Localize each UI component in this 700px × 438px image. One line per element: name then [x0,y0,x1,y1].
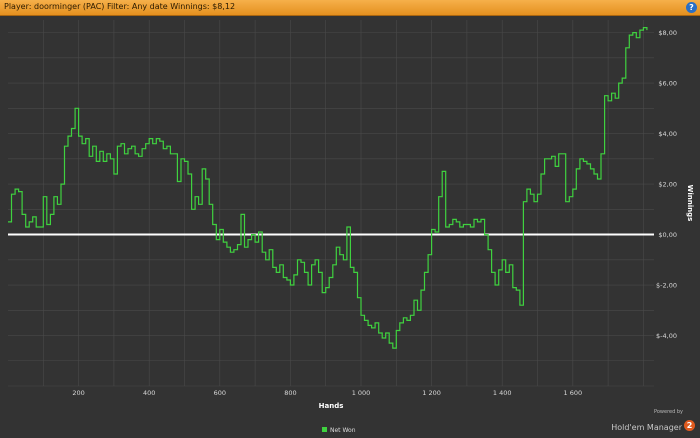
title-bar: Player: doorminger (PAC) Filter: Any dat… [0,0,700,16]
y-tick-label: $8,00 [658,29,677,37]
y-axis-label: Winnings [686,185,694,222]
y-tick-label: $-2,00 [656,282,677,290]
x-tick-label: 200 [72,389,84,397]
legend-swatch [322,427,327,432]
legend: Net Won [322,427,356,434]
x-tick-label: 1 000 [352,389,371,397]
y-tick-label: $6,00 [658,80,677,88]
legend-label: Net Won [330,427,356,434]
x-axis-ticks: 200 400 600 800 1 000 1 200 1 400 1 600 [72,389,582,397]
product-name: Hold'em Manager [611,423,682,432]
y-axis-ticks: $-4,00 $-2,00 $0,00 $2,00 $4,00 $6,00 $8,00 [656,29,677,340]
y-tick-label: $0,00 [658,231,677,239]
x-tick-label: 800 [284,389,296,397]
winnings-chart: 200 400 600 800 1 000 1 200 1 400 1 600 $-4,00$… [8,20,694,434]
y-tick-label: $-4,00 [656,332,677,340]
x-tick-label: 400 [143,389,155,397]
x-tick-label: 600 [214,389,226,397]
x-tick-label: 1 200 [422,389,441,397]
x-axis-label: Hands [319,402,344,410]
y-tick-label: $4,00 [658,130,677,138]
hem2-logo-icon: 2 [684,420,695,431]
x-tick-label: 1 600 [564,389,583,397]
x-tick-label: 1 400 [493,389,512,397]
powered-by-text: Powered by [654,409,683,415]
chart-header-title: Player: doorminger (PAC) Filter: Any dat… [4,2,236,11]
y-tick-label: $2,00 [658,181,677,189]
help-button[interactable]: ? [686,2,697,13]
plot-area [8,20,654,386]
hem-branding: Powered by Hold'em Manager 2 [611,409,695,434]
